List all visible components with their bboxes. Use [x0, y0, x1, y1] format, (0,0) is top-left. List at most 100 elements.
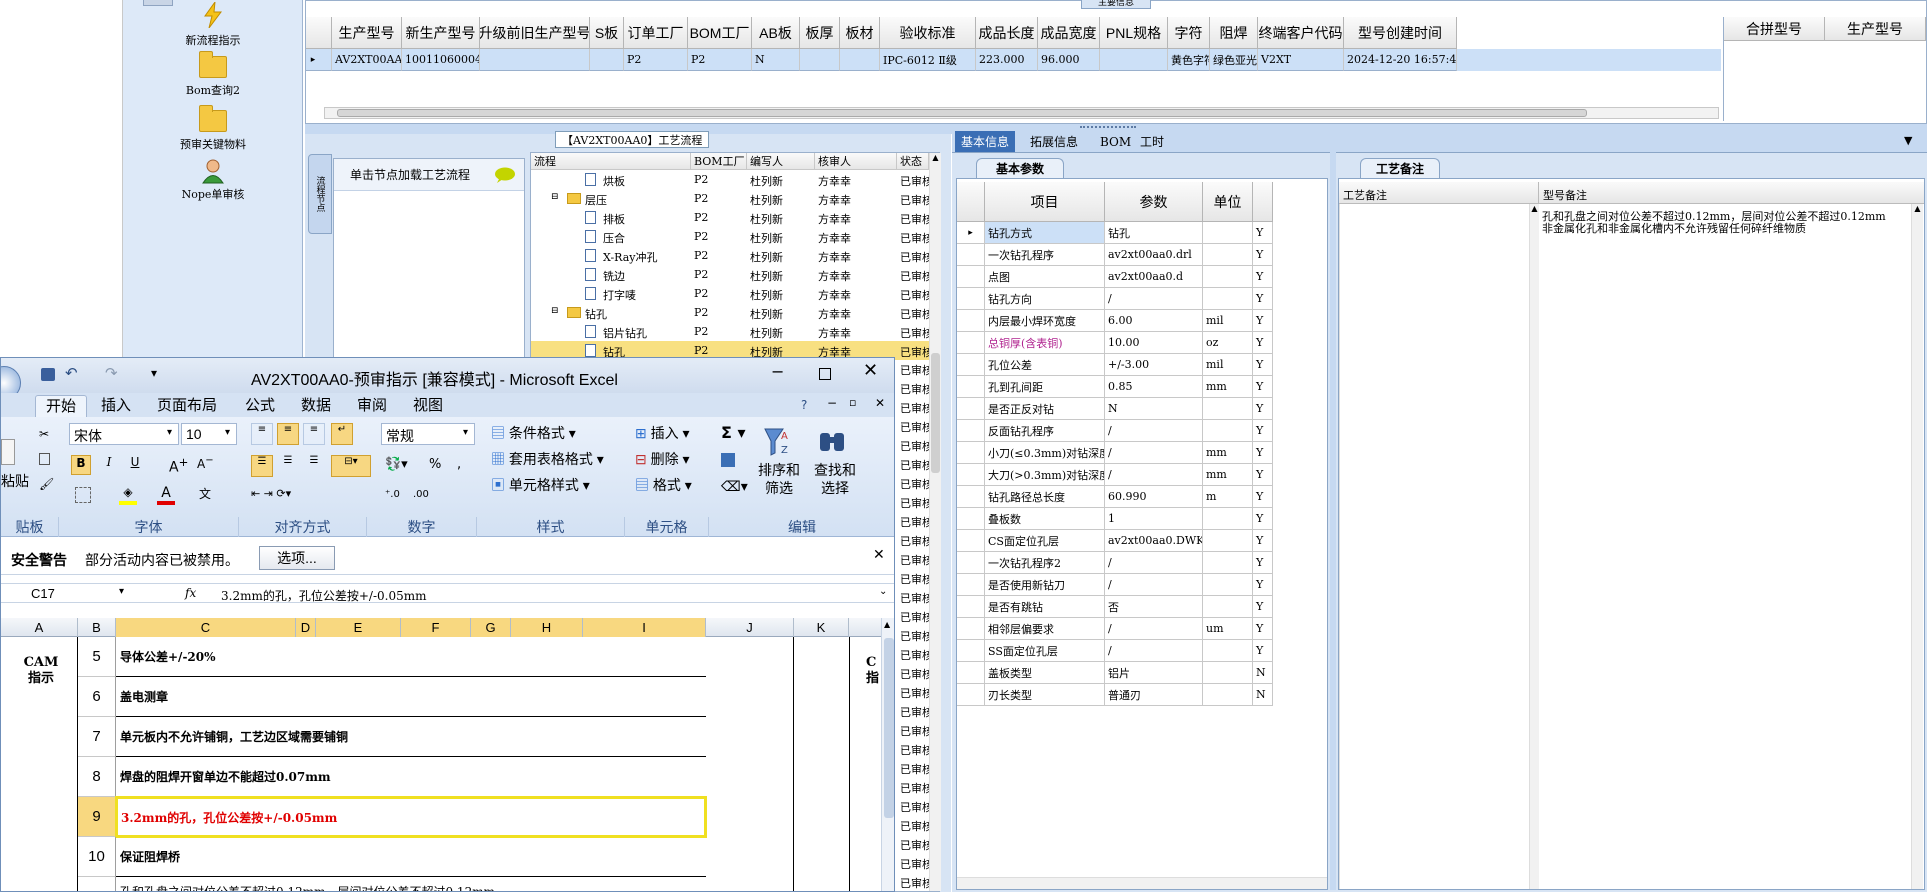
- param-row[interactable]: 钻孔方向 / Y: [957, 288, 1327, 310]
- chevron-down-icon[interactable]: ▾: [225, 427, 230, 438]
- ribbon-tab[interactable]: 审阅: [347, 395, 397, 417]
- grid-cell[interactable]: 2024-12-20 16:57:47: [1344, 49, 1457, 71]
- param-row[interactable]: 总铜厚(含表铜) 10.00 oz Y: [957, 332, 1327, 354]
- grid-column-header[interactable]: BOM工厂: [688, 17, 752, 49]
- cell-styles-button[interactable]: ▣ 单元格样式 ▾: [491, 475, 590, 495]
- param-value[interactable]: av2xt00aa0.drl: [1105, 244, 1203, 266]
- ribbon-tab[interactable]: 公式: [235, 395, 285, 417]
- ribbon-tab[interactable]: 页面布局: [147, 395, 227, 417]
- help-icon[interactable]: ?: [801, 398, 807, 412]
- tree-column-header[interactable]: 核审人: [815, 153, 897, 170]
- grid-cell[interactable]: 96.000: [1038, 49, 1100, 71]
- param-value[interactable]: /: [1105, 552, 1203, 574]
- fill-color-icon[interactable]: ◈: [119, 485, 137, 505]
- grow-font-icon[interactable]: A+: [169, 455, 188, 476]
- launcher-item-nope-review[interactable]: Nope单审核: [123, 158, 303, 202]
- column-header-b[interactable]: B: [78, 618, 116, 637]
- grid-column-header[interactable]: 板材: [840, 17, 880, 49]
- param-row[interactable]: 是否正反对钻 N Y: [957, 398, 1327, 420]
- param-value[interactable]: +/-3.00: [1105, 354, 1203, 376]
- column-header-a[interactable]: A: [1, 618, 78, 637]
- collapse-icon[interactable]: ⊟: [551, 192, 559, 202]
- sheet-vertical-scrollbar[interactable]: ▲: [881, 618, 894, 891]
- comma-icon[interactable]: ,: [457, 457, 461, 472]
- tab-basic-info[interactable]: 基本信息: [955, 131, 1016, 152]
- sheet-cell[interactable]: 单元板内不允许铺铜，工艺边区域需要铺铜: [116, 717, 706, 757]
- minimize-icon[interactable]: −: [771, 362, 784, 381]
- param-value[interactable]: 6.00: [1105, 310, 1203, 332]
- param-row[interactable]: SS面定位孔层 / Y: [957, 640, 1327, 662]
- grid-column-header[interactable]: 终端客户代码: [1258, 17, 1344, 49]
- grid-column-header[interactable]: 验收标准: [880, 17, 976, 49]
- tree-node-name[interactable]: 铣边: [603, 268, 625, 284]
- expand-formula-icon[interactable]: ⌄: [879, 586, 887, 597]
- param-row[interactable]: 内层最小焊环宽度 6.00 mil Y: [957, 310, 1327, 332]
- param-row[interactable]: 大刀(>0.3mm)对钻深度 / mm Y: [957, 464, 1327, 486]
- align-left-icon[interactable]: ☰: [251, 455, 273, 477]
- param-column-header[interactable]: 参数: [1105, 182, 1203, 222]
- merged-column-header[interactable]: 生产型号: [1825, 17, 1926, 41]
- param-row[interactable]: 钻孔路径总长度 60.990 m Y: [957, 486, 1327, 508]
- grid-cell[interactable]: AV2XT00AA0: [332, 49, 402, 71]
- param-horizontal-scrollbar[interactable]: [957, 877, 1327, 889]
- tab-process-remark[interactable]: 工艺备注: [1360, 158, 1440, 178]
- wrap-text-icon[interactable]: ↵: [331, 423, 353, 445]
- tree-node-name[interactable]: X-Ray冲孔: [603, 249, 657, 265]
- format-cells-button[interactable]: ▤ 格式 ▾: [635, 475, 692, 495]
- chevron-down-icon[interactable]: ▾: [167, 427, 172, 438]
- grid-cell[interactable]: 10011060004596: [402, 49, 480, 71]
- align-right-icon[interactable]: ☰: [303, 455, 325, 477]
- tree-column-header[interactable]: 状态: [897, 153, 929, 170]
- column-header-g[interactable]: G: [471, 618, 511, 637]
- param-value[interactable]: /: [1105, 442, 1203, 464]
- param-value[interactable]: 否: [1105, 596, 1203, 618]
- grid-cell[interactable]: [480, 49, 590, 71]
- param-value[interactable]: av2xt00aa0.DWK: [1105, 530, 1203, 552]
- increase-decimal-icon[interactable]: ⁺.0: [385, 489, 400, 500]
- shrink-font-icon[interactable]: A−: [197, 455, 214, 471]
- param-row[interactable]: 盖板类型 铝片 N: [957, 662, 1327, 684]
- underline-button[interactable]: U: [125, 455, 145, 475]
- scroll-up-icon[interactable]: ▲: [884, 620, 890, 629]
- grid-column-header[interactable]: 订单工厂: [624, 17, 688, 49]
- tree-node-name[interactable]: 层压: [585, 192, 607, 208]
- sheet-cell[interactable]: 导体公差+/-20%: [116, 637, 706, 677]
- row-number[interactable]: 7: [78, 717, 116, 757]
- tree-vertical-scrollbar[interactable]: ▲: [929, 153, 941, 891]
- param-value[interactable]: 0.85: [1105, 376, 1203, 398]
- font-name-select[interactable]: 宋体: [69, 423, 179, 445]
- column-header-j[interactable]: J: [706, 618, 794, 637]
- close-icon[interactable]: ✕: [873, 547, 885, 563]
- grid-column-header[interactable]: PNL规格: [1100, 17, 1168, 49]
- scrollbar-thumb[interactable]: [337, 109, 1587, 117]
- grid-cell[interactable]: [1100, 49, 1168, 71]
- paste-button[interactable]: 粘贴: [1, 471, 29, 491]
- close-icon[interactable]: ✕: [863, 360, 878, 381]
- row-number[interactable]: [78, 877, 116, 891]
- param-value[interactable]: 铝片: [1105, 662, 1203, 684]
- grid-column-header[interactable]: 生产型号: [332, 17, 402, 49]
- ribbon-restore-icon[interactable]: ▫: [849, 396, 856, 409]
- param-value[interactable]: 10.00: [1105, 332, 1203, 354]
- quick-access-customize-icon[interactable]: ▾: [151, 366, 157, 380]
- copy-icon[interactable]: [39, 453, 50, 465]
- paste-icon[interactable]: [1, 439, 15, 465]
- align-bottom-icon[interactable]: ≡: [303, 423, 325, 445]
- grid-column-header[interactable]: 板厚: [800, 17, 840, 49]
- autosum-icon[interactable]: Σ ▾: [721, 423, 746, 442]
- grid-column-header[interactable]: 字符: [1168, 17, 1210, 49]
- row-number[interactable]: 6: [78, 677, 116, 717]
- grid-column-header[interactable]: 成品长度: [976, 17, 1038, 49]
- grid-cell[interactable]: 绿色亚光: [1210, 49, 1258, 71]
- process-node-side-tab[interactable]: 流程节点: [308, 154, 332, 234]
- number-format-select[interactable]: 常规: [381, 423, 475, 445]
- row-number[interactable]: 5: [78, 637, 116, 677]
- tree-node-name[interactable]: 钻孔: [585, 306, 607, 322]
- tab-basic-params[interactable]: 基本参数: [976, 158, 1064, 178]
- collapse-icon[interactable]: ⊟: [551, 306, 559, 316]
- grid-cell[interactable]: 黄色字符: [1168, 49, 1210, 71]
- scrollbar-thumb[interactable]: [931, 353, 940, 473]
- sort-filter-button[interactable]: 排序和 筛选: [751, 461, 807, 497]
- tab-work-hours[interactable]: 工时: [1134, 131, 1170, 152]
- tree-row[interactable]: 铝片钻孔 P2 杜列新 方幸幸 已审核: [531, 322, 933, 341]
